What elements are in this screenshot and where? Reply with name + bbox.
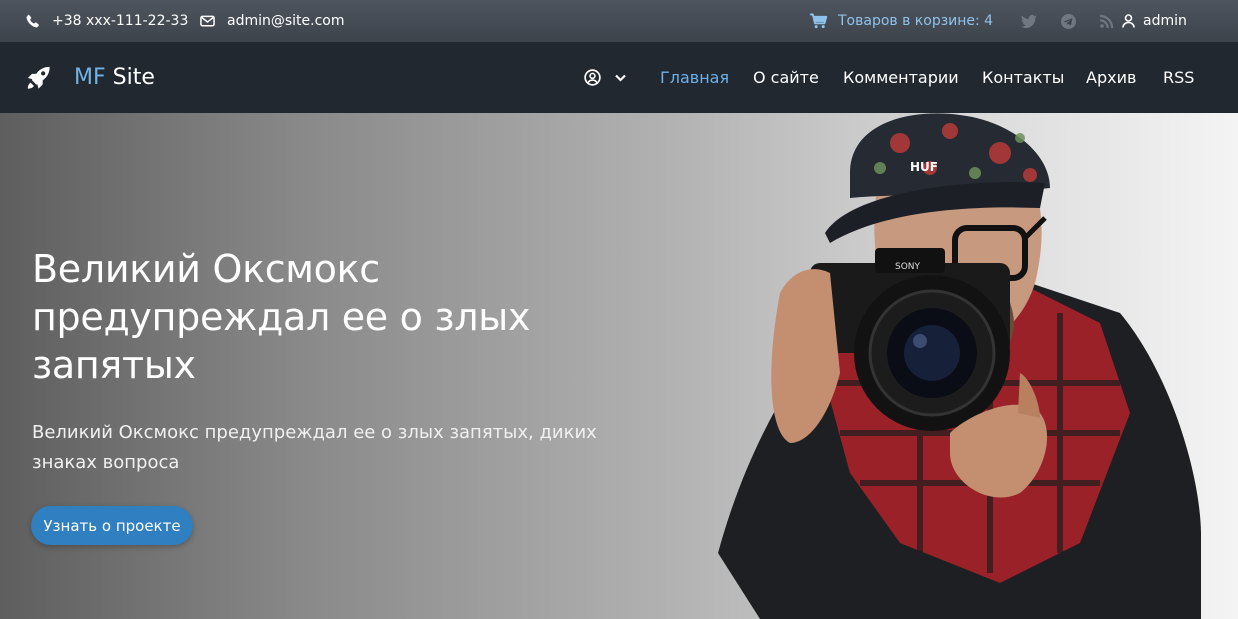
- site-name: MF Site: [74, 65, 155, 90]
- svg-text:HUF: HUF: [910, 160, 938, 174]
- username: admin: [1143, 13, 1187, 29]
- chevron-down-icon: [615, 74, 626, 82]
- cart-icon: [810, 13, 828, 29]
- phone-contact[interactable]: +38 xxx-111-22-33: [26, 0, 188, 42]
- menu-item-archive[interactable]: Архив: [1086, 68, 1136, 87]
- hero-title: Великий Оксмокс предупреждал ее о злых з…: [32, 247, 531, 387]
- rocket-icon: [27, 66, 50, 89]
- brand-site: Site: [105, 65, 155, 90]
- email-address: admin@site.com: [227, 13, 345, 29]
- top-bar: +38 xxx-111-22-33 admin@site.com Товаров…: [0, 0, 1238, 42]
- social-links: [1021, 0, 1126, 42]
- menu-item-comments[interactable]: Комментарии: [843, 68, 959, 87]
- hero-subtitle: Великий Оксмокс предупреждал ее о злых з…: [32, 422, 597, 473]
- cart-count-text: Товаров в корзине: 4: [838, 13, 994, 29]
- phone-icon: [26, 14, 39, 28]
- user-icon: [1122, 14, 1135, 28]
- hero-photographer-image: HUF SONY: [718, 113, 1201, 619]
- user-link[interactable]: admin: [1122, 0, 1187, 42]
- user-dropdown-toggle[interactable]: [584, 42, 626, 113]
- brand-logo-link[interactable]: MF Site: [25, 42, 155, 113]
- menu-item-rss[interactable]: RSS: [1163, 68, 1194, 87]
- email-contact[interactable]: admin@site.com: [200, 0, 345, 42]
- hero-banner: HUF SONY Великий Оксмокс предупреждал ее…: [0, 113, 1238, 619]
- phone-number: +38 xxx-111-22-33: [52, 13, 189, 29]
- brand-mf: MF: [74, 65, 106, 90]
- menu-item-contacts[interactable]: Контакты: [982, 68, 1064, 87]
- user-circle-icon: [584, 69, 601, 86]
- main-navbar: MF Site Главная О сайте Комментарии Конт…: [0, 42, 1238, 113]
- cart-link[interactable]: Товаров в корзине: 4: [809, 0, 993, 42]
- learn-about-project-button[interactable]: Узнать о проекте: [31, 506, 193, 545]
- menu-item-home[interactable]: Главная: [660, 68, 729, 87]
- svg-text:SONY: SONY: [895, 262, 921, 272]
- telegram-icon[interactable]: [1061, 13, 1088, 29]
- twitter-icon[interactable]: [1021, 14, 1049, 28]
- envelope-icon: [200, 15, 215, 27]
- menu-item-about[interactable]: О сайте: [753, 68, 819, 87]
